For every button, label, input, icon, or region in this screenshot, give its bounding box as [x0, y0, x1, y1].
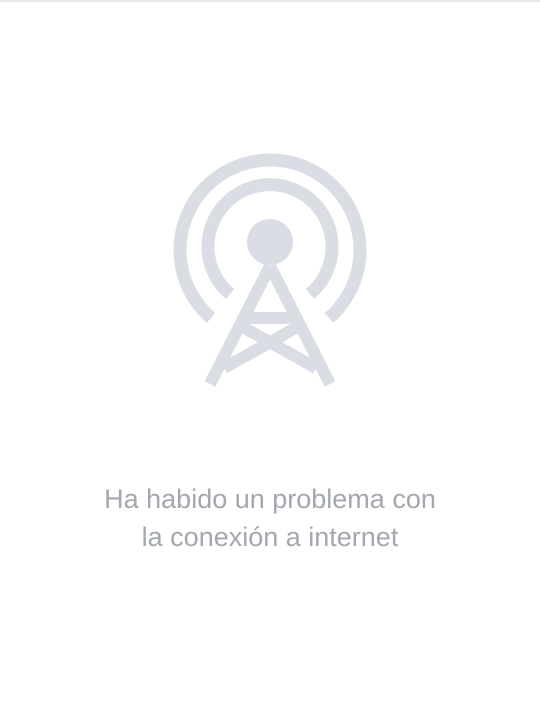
error-screen: Ha habido un problema con la conexión a …: [0, 0, 540, 705]
broadcast-tower-icon: [168, 142, 372, 392]
connection-error-message: Ha habido un problema con la conexión a …: [0, 480, 540, 556]
message-line-2: la conexión a internet: [141, 522, 399, 552]
message-line-1: Ha habido un problema con: [104, 484, 436, 514]
